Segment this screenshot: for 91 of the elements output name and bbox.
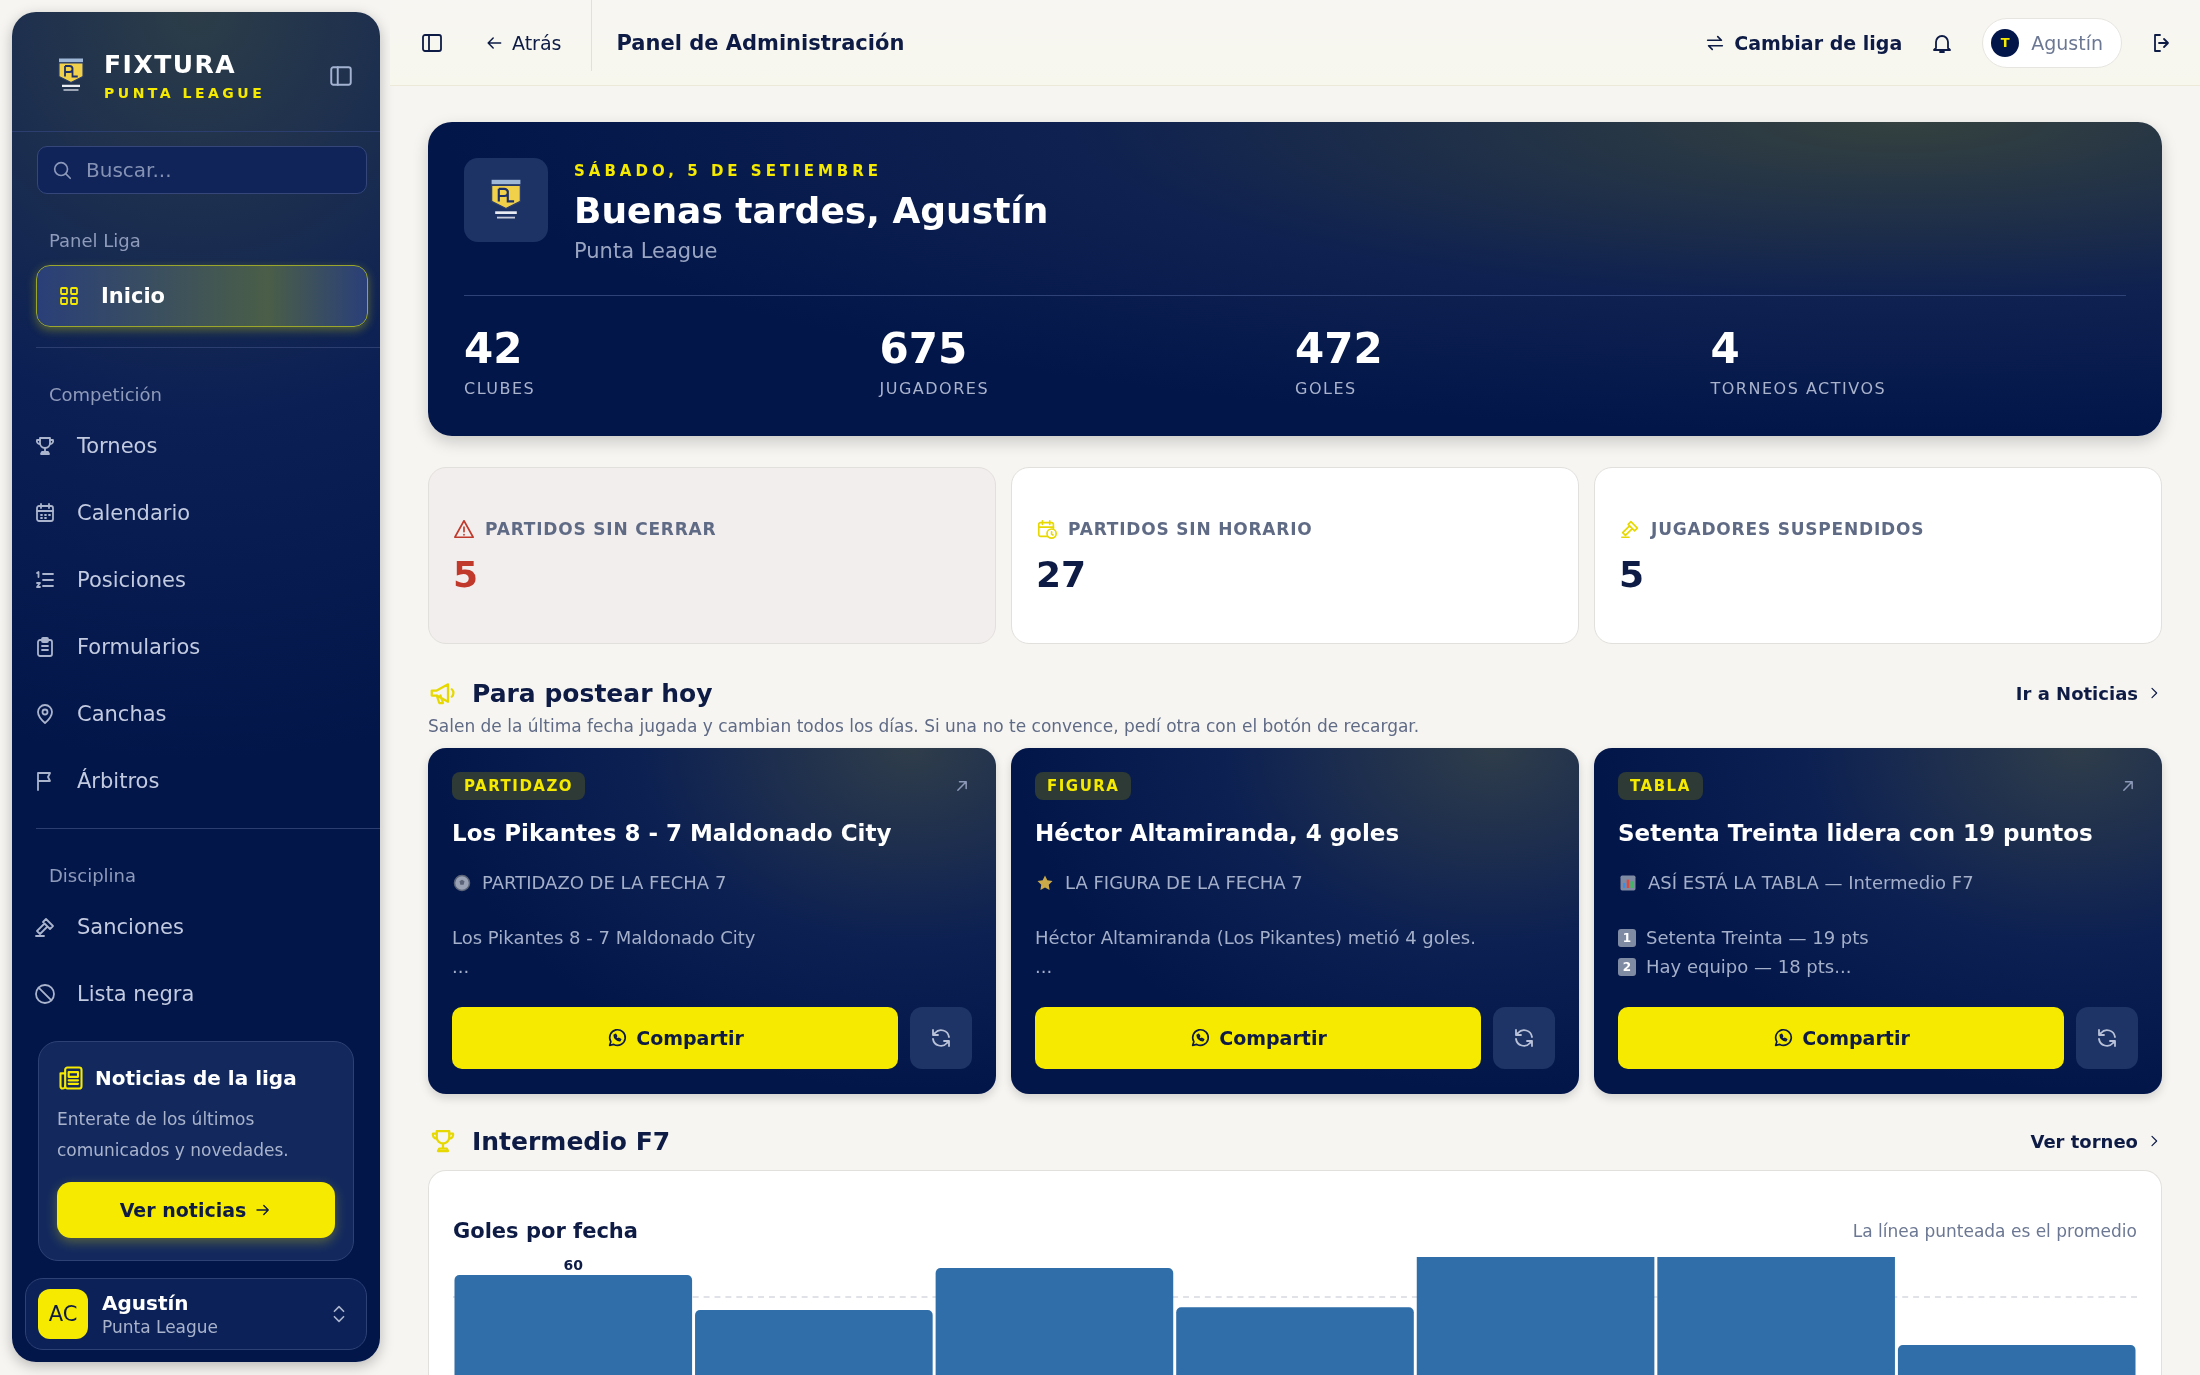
view-news-button[interactable]: Ver noticias: [57, 1182, 335, 1238]
sidebar-item[interactable]: Canchas: [12, 687, 368, 741]
sidebar-item[interactable]: Sanciones: [12, 900, 368, 954]
page-title: Panel de Administración: [616, 30, 905, 55]
stat-label: TORNEOS ACTIVOS: [1710, 379, 1888, 398]
user-avatar: AC: [38, 1289, 88, 1339]
alert-count: 5: [1619, 554, 1646, 595]
stat-value: 675: [879, 324, 969, 373]
sidebar-item[interactable]: Posiciones: [12, 553, 368, 607]
refresh-button[interactable]: [2076, 1007, 2138, 1069]
post-text: Los Pikantes 8 - 7 Maldonado City: [452, 927, 756, 948]
search-field[interactable]: Buscar...: [37, 146, 367, 194]
calendar-icon: [33, 501, 57, 525]
user-button[interactable]: T Agustín: [1982, 17, 2122, 68]
post-text: Héctor Altamiranda (Los Pikantes) metió 4 goles.: [1035, 927, 1476, 948]
whatsapp-icon: [606, 1027, 629, 1049]
user-menu[interactable]: AC Agustín Punta League: [25, 1278, 367, 1350]
tournament-link[interactable]: Ver torneo: [2030, 1130, 2162, 1152]
section-label: Disciplina: [48, 865, 137, 886]
greeting: Buenas tardes, Agustín: [574, 190, 1049, 231]
chart-title: Goles por fecha: [453, 1219, 638, 1243]
share-button[interactable]: Compartir: [452, 1007, 898, 1069]
stat-value: 472: [1295, 324, 1384, 373]
refresh-icon: [2095, 1026, 2119, 1050]
post-text: Hay equipo — 18 pts...: [1646, 956, 1852, 977]
stat-value: 4: [1710, 324, 1741, 373]
post-text: ...: [1035, 956, 1053, 977]
newspaper-icon: [57, 1064, 85, 1092]
post-title: Setenta Treinta lidera con 19 puntos: [1618, 820, 2094, 846]
post-kicker: PARTIDAZO DE LA FECHA 7: [482, 872, 727, 893]
alert-count: 27: [1036, 554, 1088, 595]
section-label: Panel Liga: [48, 230, 142, 251]
post-title: Héctor Altamiranda, 4 goles: [1035, 820, 1401, 846]
sidebar-item[interactable]: Inicio: [36, 265, 368, 327]
alert-count: 5: [453, 554, 480, 595]
section-label: Competición: [48, 384, 163, 405]
switch-league-button[interactable]: Cambiar de liga: [1704, 31, 1903, 54]
date-label: SÁBADO, 5 DE SETIEMBRE: [574, 162, 884, 180]
chart-note: La línea punteada es el promedio: [1852, 1221, 2137, 1241]
warning-icon: [453, 518, 475, 540]
user-name: Agustín: [102, 1291, 190, 1315]
news-card-text: Enterate de los últimos comunicados y novedades.: [57, 1108, 290, 1162]
post-tag: TABLA: [1618, 772, 1703, 800]
section-title: Para postear hoy: [472, 678, 713, 708]
sidebar-item[interactable]: Calendario: [12, 486, 368, 540]
post-title: Los Pikantes 8 - 7 Maldonado City: [452, 820, 893, 846]
brand-title: FIXTURA: [104, 50, 238, 79]
whatsapp-icon: [1772, 1027, 1795, 1049]
sidebar-item[interactable]: Torneos: [12, 419, 368, 473]
gavel-icon: [1619, 518, 1641, 540]
rank-badge: 1: [1618, 928, 1636, 947]
post-text: ...: [452, 956, 470, 977]
share-button[interactable]: Compartir: [1035, 1007, 1481, 1069]
sidebar-item[interactable]: Lista negra: [12, 967, 368, 1021]
whatsapp-icon: [1189, 1027, 1212, 1049]
calendar-clock-icon: [1036, 518, 1058, 540]
ban-icon: [33, 982, 57, 1006]
post-text: Setenta Treinta — 19 pts: [1646, 927, 1869, 948]
gavel-icon: [33, 915, 57, 939]
stat-label: JUGADORES: [879, 379, 991, 398]
section-title: Intermedio F7: [472, 1126, 671, 1156]
refresh-button[interactable]: [910, 1007, 972, 1069]
news-card-title: Noticias de la liga: [95, 1066, 297, 1090]
stat-label: CLUBES: [464, 379, 537, 398]
league-name: Punta League: [574, 239, 719, 263]
user-league: Punta League: [102, 1317, 220, 1337]
user-avatar: T: [1991, 28, 2020, 57]
grid-icon: [57, 284, 81, 308]
refresh-button[interactable]: [1493, 1007, 1555, 1069]
back-button[interactable]: Atrás: [484, 0, 593, 71]
post-kicker: LA FIGURA DE LA FECHA 7: [1065, 872, 1303, 893]
post-tag: FIGURA: [1035, 772, 1132, 800]
alert-label: PARTIDOS SIN HORARIO: [1068, 519, 1313, 539]
news-link[interactable]: Ir a Noticias: [2015, 682, 2162, 704]
refresh-icon: [929, 1026, 953, 1050]
post-tag: PARTIDAZO: [452, 772, 586, 800]
soccer-ball-icon: [452, 872, 472, 893]
alert-label: PARTIDOS SIN CERRAR: [485, 519, 717, 539]
brand-subtitle: PUNTA LEAGUE: [104, 85, 267, 101]
refresh-icon: [1512, 1026, 1536, 1050]
share-button[interactable]: Compartir: [1618, 1007, 2064, 1069]
section-description: Salen de la última fecha jugada y cambian todos los días. Si una no te convence, pedí otra con el botón de recargar.: [428, 716, 1421, 736]
stat-label: GOLES: [1295, 379, 1358, 398]
trophy-icon: [33, 434, 57, 458]
rank-badge: 2: [1618, 957, 1636, 976]
stat-value: 42: [464, 324, 524, 373]
sidebar-item[interactable]: Formularios: [12, 620, 368, 674]
post-kicker: ASÍ ESTÁ LA TABLA — Intermedio F7: [1648, 872, 1974, 893]
alert-label: JUGADORES SUSPENDIDOS: [1651, 519, 1925, 539]
bar-value-label: 60: [562, 1257, 584, 1273]
sidebar-item[interactable]: Árbitros: [12, 754, 368, 808]
